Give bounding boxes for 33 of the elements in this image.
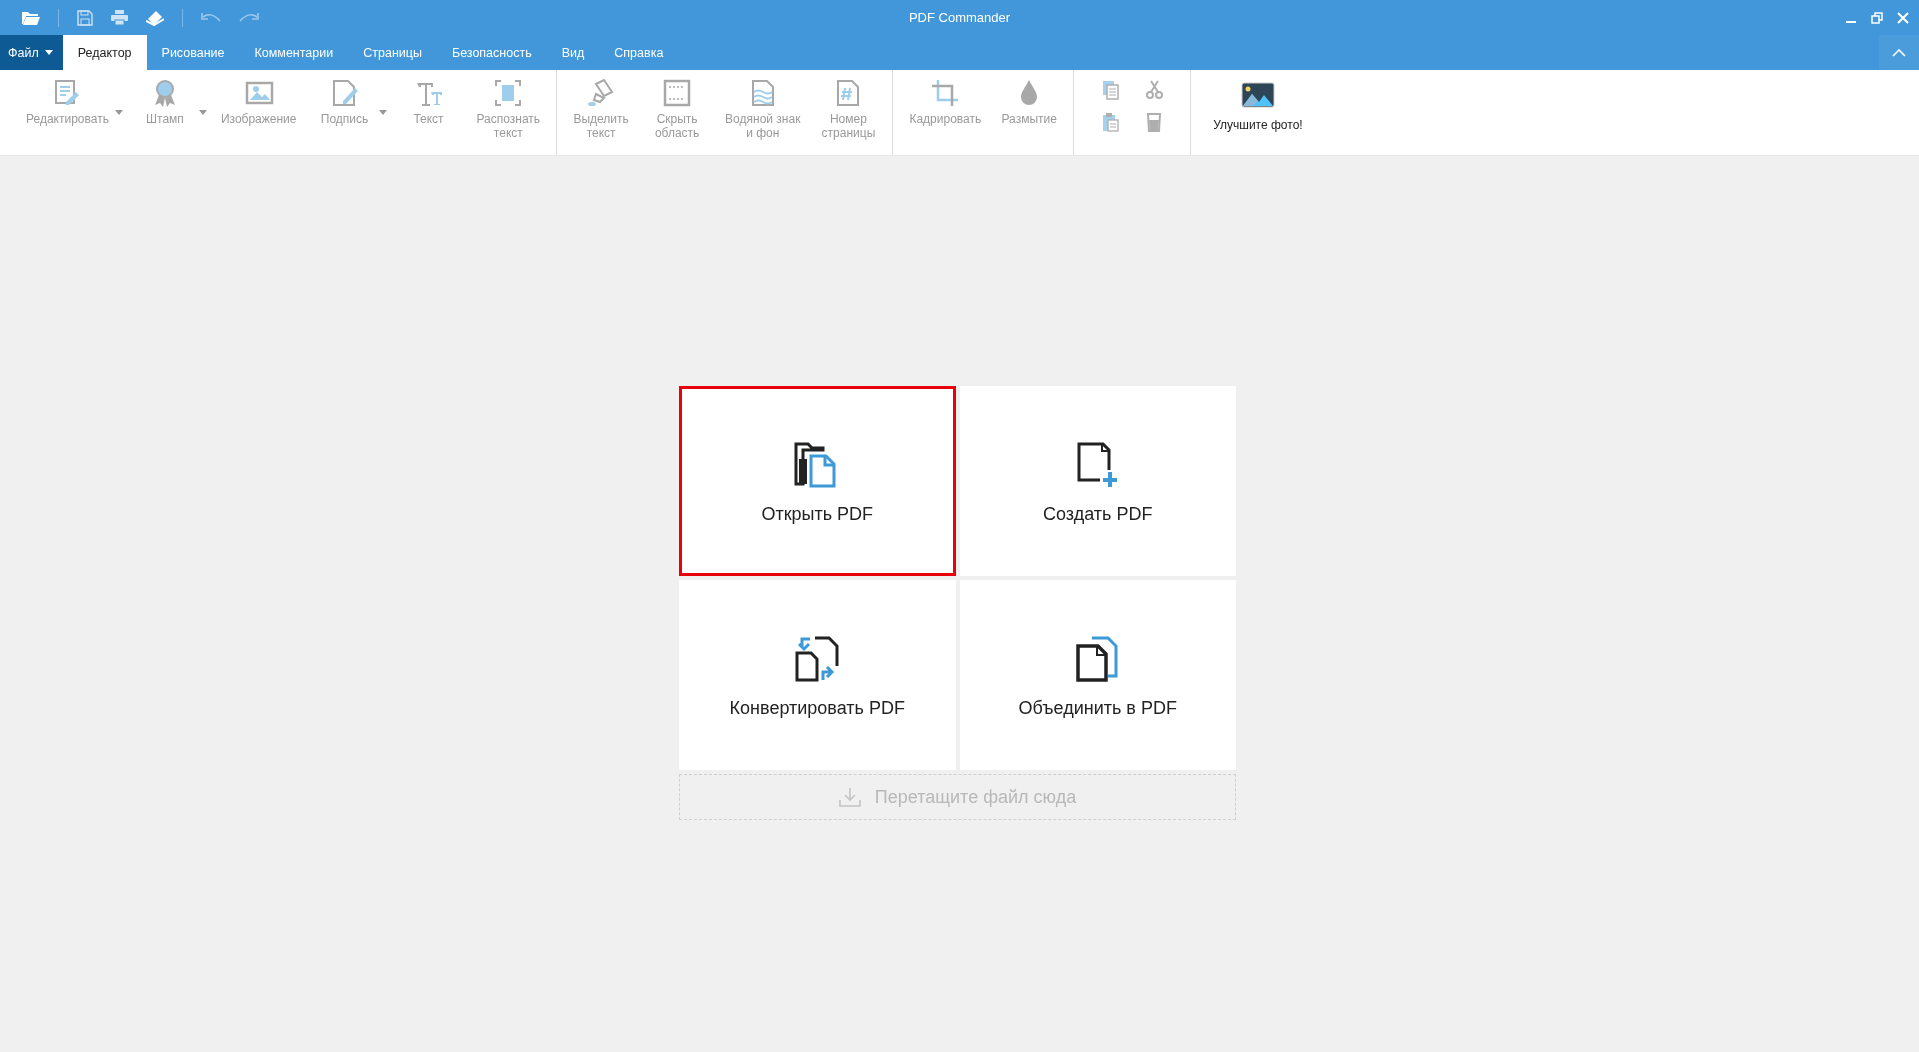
action-card[interactable]: Открыть PDF: [679, 386, 956, 576]
ribbon-tab[interactable]: Вид: [546, 35, 600, 70]
scanner-icon[interactable]: [146, 9, 164, 26]
ribbon-tab[interactable]: Справка: [599, 35, 679, 70]
restore-icon[interactable]: [1871, 11, 1883, 24]
save-icon[interactable]: [77, 9, 93, 26]
chevron-up-icon: [1892, 48, 1906, 57]
file-menu-button[interactable]: Файл: [0, 35, 63, 70]
window-title: PDF Commander: [908, 10, 1011, 25]
caret-icon: [44, 50, 53, 55]
action-card[interactable]: Конвертировать PDF: [679, 580, 956, 770]
action-card[interactable]: Объединить в PDF: [959, 580, 1236, 770]
collapse-ribbon-button[interactable]: [1879, 35, 1919, 70]
ribbon-tab[interactable]: Редактор: [62, 35, 147, 70]
redo-icon[interactable]: [239, 11, 259, 24]
print-icon[interactable]: [111, 10, 128, 25]
close-icon[interactable]: [1897, 11, 1909, 24]
crop-icon: [930, 78, 961, 108]
ribbon-tab[interactable]: Комментарии: [239, 35, 349, 70]
drop-zone-label: Перетащите файл сюда: [874, 786, 1077, 808]
text-recognition-icon: [493, 78, 524, 108]
ribbon-tab[interactable]: Страницы: [348, 35, 437, 70]
drop-zone[interactable]: Перетащите файл сюда: [679, 774, 1236, 820]
folder-icon[interactable]: [22, 10, 40, 25]
download-icon: [838, 787, 861, 807]
ribbon-tab[interactable]: Рисование: [146, 35, 240, 70]
action-card[interactable]: Создать PDF: [959, 386, 1236, 576]
toolbar-button[interactable]: Улучшите фото!: [1197, 74, 1319, 138]
ribbon-tab[interactable]: Безопасность: [436, 35, 547, 70]
hidden-area-icon: [662, 78, 693, 108]
convert-documents-icon: [793, 636, 842, 684]
undo-icon[interactable]: [201, 11, 221, 24]
landscape-photo-icon: [1240, 80, 1275, 110]
